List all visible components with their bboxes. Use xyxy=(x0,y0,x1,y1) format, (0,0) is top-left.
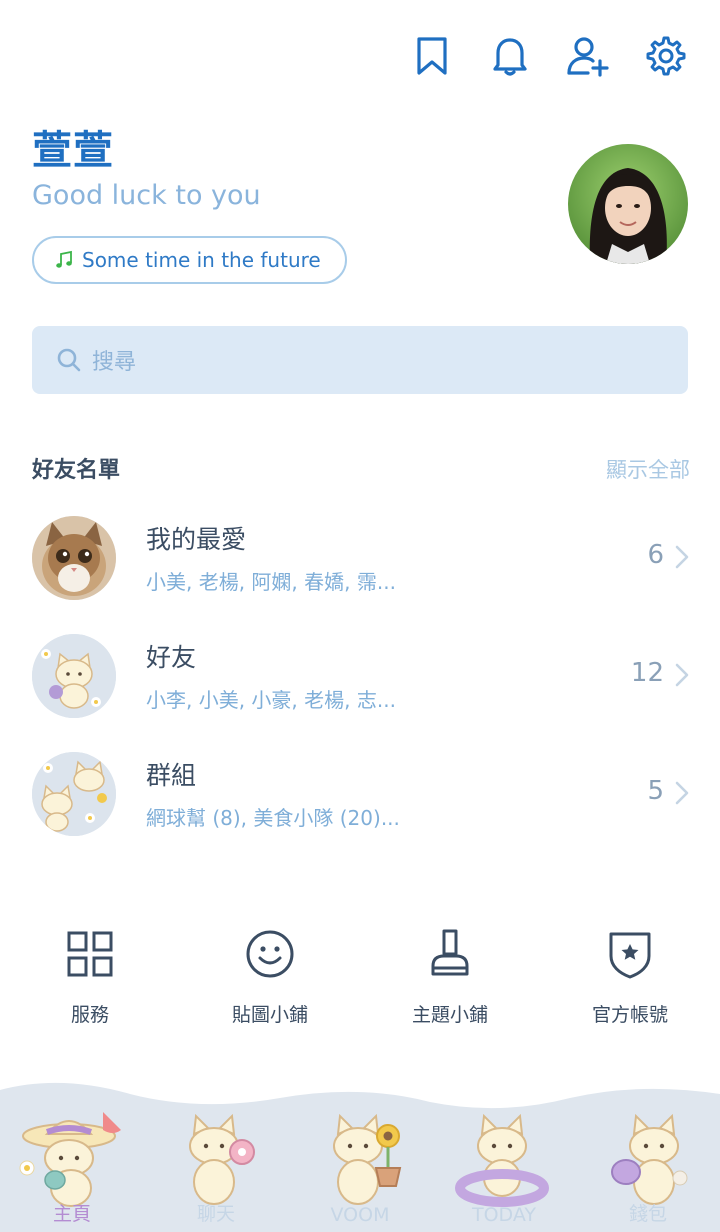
search-icon xyxy=(57,348,81,372)
official-accounts-button[interactable]: 官方帳號 xyxy=(540,924,720,1027)
tab-voom-label: VOOM xyxy=(330,1204,390,1226)
groups-title: 群組 xyxy=(146,761,197,790)
profile-name[interactable]: 萱萱 xyxy=(32,118,114,176)
tab-home-label: 主頁 xyxy=(52,1203,91,1225)
friends-title: 好友 xyxy=(146,643,197,672)
tab-chat[interactable]: 聊天 xyxy=(144,1080,288,1232)
friends-members: 小李, 小美, 小豪, 老楊, 志... xyxy=(146,688,396,712)
smiley-icon xyxy=(245,924,295,984)
brush-icon xyxy=(427,924,473,984)
search-placeholder: 搜尋 xyxy=(92,350,137,375)
shield-star-icon xyxy=(607,924,653,984)
friends-row[interactable]: 好友 小李, 小美, 小豪, 老楊, 志... 12 xyxy=(32,634,692,722)
chevron-right-icon xyxy=(675,545,689,569)
profile-music-label: Some time in the future xyxy=(82,248,321,272)
groups-row[interactable]: 群組 網球幫 (8), 美食小隊 (20)... 5 xyxy=(32,752,692,840)
favorites-row[interactable]: 我的最愛 小美, 老楊, 阿嫻, 春嬌, 霈... 6 xyxy=(32,516,692,604)
official-accounts-label: 官方帳號 xyxy=(591,1004,668,1026)
friends-avatar xyxy=(32,634,116,718)
friends-count: 12 xyxy=(630,658,664,688)
favorites-members: 小美, 老楊, 阿嫻, 春嬌, 霈... xyxy=(146,570,396,594)
tab-voom[interactable]: VOOM xyxy=(288,1080,432,1232)
chevron-right-icon xyxy=(675,781,689,805)
search-bar[interactable]: 搜尋 xyxy=(32,326,688,394)
service-label: 服務 xyxy=(70,1004,109,1026)
profile-status-message[interactable]: Good luck to you xyxy=(32,180,261,211)
chevron-right-icon xyxy=(675,663,689,687)
cat-with-sunflower-icon xyxy=(333,1113,402,1205)
tab-wallet[interactable]: 錢包 xyxy=(576,1080,720,1232)
bell-icon[interactable] xyxy=(486,32,534,80)
cat-with-shell-icon xyxy=(611,1113,688,1205)
add-friend-icon[interactable] xyxy=(564,32,612,80)
groups-members: 網球幫 (8), 美食小隊 (20)... xyxy=(146,806,400,830)
music-note-icon xyxy=(56,250,72,268)
tab-today[interactable]: TODAY xyxy=(432,1080,576,1232)
cat-with-hat-icon xyxy=(19,1112,121,1207)
tab-chat-label: 聊天 xyxy=(196,1203,235,1225)
gear-icon[interactable] xyxy=(642,32,690,80)
top-toolbar xyxy=(408,32,690,80)
favorites-count: 6 xyxy=(647,540,664,570)
theme-shop-label: 主題小鋪 xyxy=(411,1004,488,1026)
cat-with-donut-icon xyxy=(189,1113,255,1205)
services-bar: 服務 貼圖小鋪 主題小鋪 官方帳號 xyxy=(0,924,720,1027)
theme-shop-button[interactable]: 主題小鋪 xyxy=(360,924,540,1027)
sticker-shop-button[interactable]: 貼圖小鋪 xyxy=(180,924,360,1027)
bottom-tab-bar: 主頁 聊天 VOOM TODAY 錢包 xyxy=(0,1080,720,1232)
service-button[interactable]: 服務 xyxy=(0,924,180,1027)
cat-with-float-ring-icon xyxy=(455,1113,549,1207)
favorites-avatar xyxy=(32,516,116,600)
tab-home[interactable]: 主頁 xyxy=(0,1080,144,1232)
profile-music-pill[interactable]: Some time in the future xyxy=(32,236,347,284)
show-all-link[interactable]: 顯示全部 xyxy=(606,454,690,484)
groups-count: 5 xyxy=(647,776,664,806)
friends-section-title: 好友名單 xyxy=(32,458,121,483)
groups-avatar xyxy=(32,752,116,836)
sticker-shop-label: 貼圖小鋪 xyxy=(231,1004,308,1026)
profile-avatar[interactable] xyxy=(568,144,688,264)
bookmark-icon[interactable] xyxy=(408,32,456,80)
tab-wallet-label: 錢包 xyxy=(628,1203,667,1225)
favorites-title: 我的最愛 xyxy=(146,525,247,554)
grid-icon xyxy=(66,924,114,984)
tab-today-label: TODAY xyxy=(472,1204,536,1226)
